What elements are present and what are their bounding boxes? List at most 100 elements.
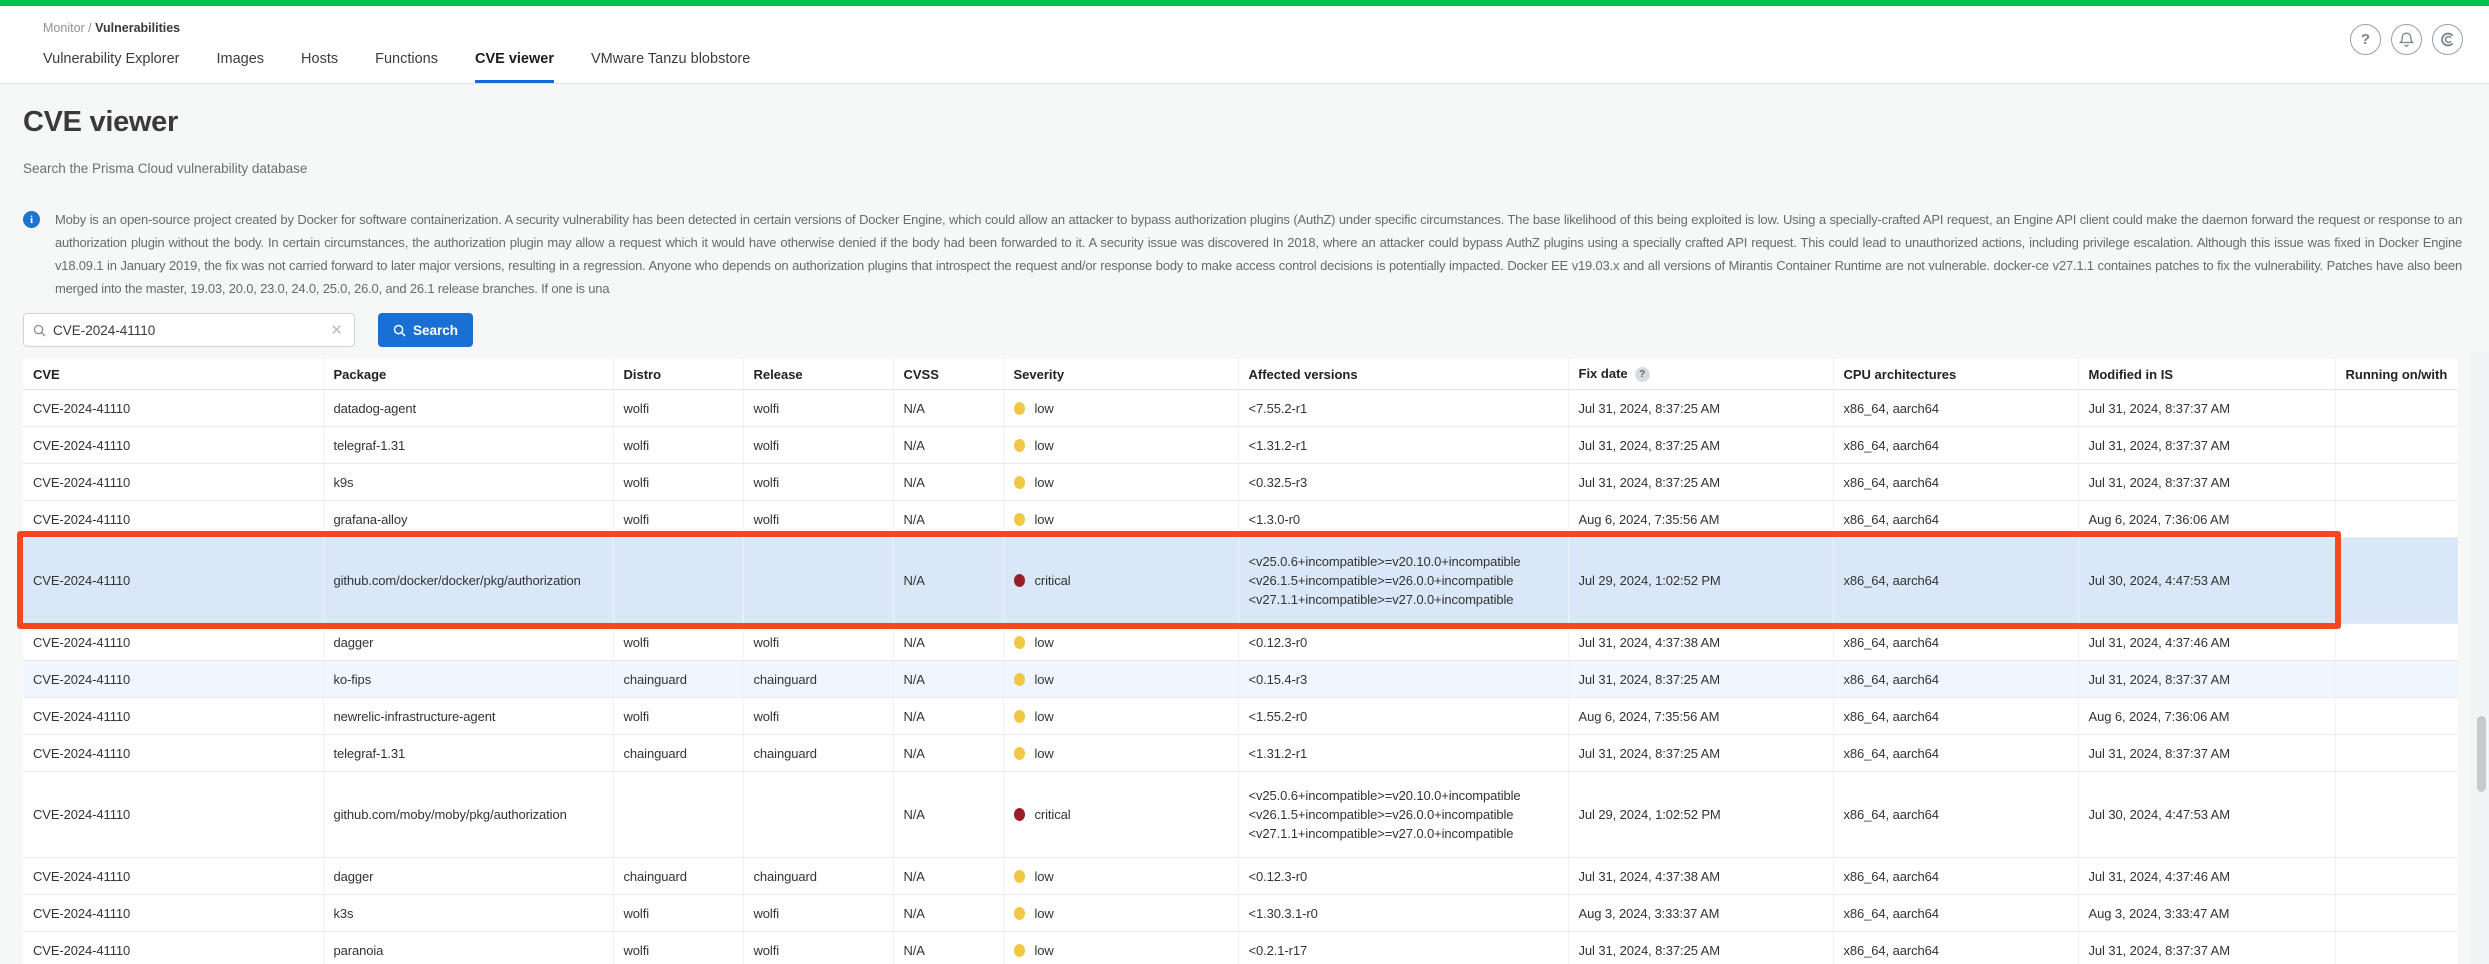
column-header-modified-in-is[interactable]: Modified in IS bbox=[2078, 359, 2335, 390]
table-row[interactable]: CVE-2024-41110k3swolfiwolfiN/Alow<1.30.3… bbox=[23, 895, 2458, 932]
notifications-bell-icon[interactable] bbox=[2391, 24, 2422, 55]
affected-version-line: <v27.1.1+incompatible>=v27.0.0+incompati… bbox=[1249, 590, 1558, 609]
column-header-cpu-architectures[interactable]: CPU architectures bbox=[1833, 359, 2078, 390]
cell-affected-versions: <1.3.0-r0 bbox=[1238, 501, 1568, 538]
cell-cve: CVE-2024-41110 bbox=[23, 427, 323, 464]
cell-running-on-with bbox=[2335, 427, 2458, 464]
table-row[interactable]: CVE-2024-41110ko-fipschainguardchainguar… bbox=[23, 661, 2458, 698]
severity-label: low bbox=[1035, 635, 1054, 650]
column-header-distro[interactable]: Distro bbox=[613, 359, 743, 390]
table-row[interactable]: CVE-2024-41110grafana-alloywolfiwolfiN/A… bbox=[23, 501, 2458, 538]
tab-vulnerability-explorer[interactable]: Vulnerability Explorer bbox=[43, 51, 179, 83]
cell-modified-in-is: Jul 31, 2024, 8:37:37 AM bbox=[2078, 735, 2335, 772]
column-header-running-on-with[interactable]: Running on/with bbox=[2335, 359, 2458, 390]
help-icon[interactable]: ? bbox=[2350, 24, 2381, 55]
cell-fix-date: Jul 29, 2024, 1:02:52 PM bbox=[1568, 772, 1833, 858]
cell-fix-date: Jul 31, 2024, 8:37:25 AM bbox=[1568, 735, 1833, 772]
affected-version-line: <v26.1.5+incompatible>=v26.0.0+incompati… bbox=[1249, 805, 1558, 824]
cell-modified-in-is: Aug 6, 2024, 7:36:06 AM bbox=[2078, 698, 2335, 735]
table-row[interactable]: CVE-2024-41110paranoiawolfiwolfiN/Alow<0… bbox=[23, 932, 2458, 964]
search-button[interactable]: Search bbox=[378, 313, 473, 347]
table-row[interactable]: CVE-2024-41110github.com/moby/moby/pkg/a… bbox=[23, 772, 2458, 858]
tab-hosts[interactable]: Hosts bbox=[301, 51, 338, 83]
column-header-release[interactable]: Release bbox=[743, 359, 893, 390]
cell-cve: CVE-2024-41110 bbox=[23, 772, 323, 858]
cell-fix-date: Aug 6, 2024, 7:35:56 AM bbox=[1568, 698, 1833, 735]
scrollbar-thumb[interactable] bbox=[2477, 716, 2486, 792]
table-row[interactable]: CVE-2024-41110datadog-agentwolfiwolfiN/A… bbox=[23, 390, 2458, 427]
tab-functions[interactable]: Functions bbox=[375, 51, 438, 83]
severity-critical-dot-icon bbox=[1014, 574, 1025, 587]
cell-severity: low bbox=[1003, 698, 1238, 735]
cell-distro: chainguard bbox=[613, 661, 743, 698]
cell-running-on-with bbox=[2335, 624, 2458, 661]
info-icon: i bbox=[23, 211, 40, 228]
cell-affected-versions: <7.55.2-r1 bbox=[1238, 390, 1568, 427]
breadcrumb-separator: / bbox=[88, 21, 91, 35]
column-header-severity[interactable]: Severity bbox=[1003, 359, 1238, 390]
severity-critical-dot-icon bbox=[1014, 808, 1025, 821]
cell-modified-in-is: Jul 30, 2024, 4:47:53 AM bbox=[2078, 538, 2335, 624]
affected-version-line: <0.12.3-r0 bbox=[1249, 633, 1558, 652]
cell-distro: chainguard bbox=[613, 858, 743, 895]
cell-distro: wolfi bbox=[613, 427, 743, 464]
cell-cve: CVE-2024-41110 bbox=[23, 661, 323, 698]
prisma-cloud-logo-icon[interactable] bbox=[2432, 24, 2463, 55]
severity-label: low bbox=[1035, 475, 1054, 490]
cell-affected-versions: <0.15.4-r3 bbox=[1238, 661, 1568, 698]
cell-distro bbox=[613, 538, 743, 624]
table-row[interactable]: CVE-2024-41110newrelic-infrastructure-ag… bbox=[23, 698, 2458, 735]
column-header-fix-date[interactable]: Fix date? bbox=[1568, 359, 1833, 390]
breadcrumb-vulnerabilities[interactable]: Vulnerabilities bbox=[95, 21, 180, 35]
table-row[interactable]: CVE-2024-41110daggerwolfiwolfiN/Alow<0.1… bbox=[23, 624, 2458, 661]
tab-vmware-tanzu-blobstore[interactable]: VMware Tanzu blobstore bbox=[591, 51, 750, 83]
column-header-affected-versions[interactable]: Affected versions bbox=[1238, 359, 1568, 390]
tab-images[interactable]: Images bbox=[216, 51, 264, 83]
table-row[interactable]: CVE-2024-41110telegraf-1.31chainguardcha… bbox=[23, 735, 2458, 772]
cell-distro: wolfi bbox=[613, 932, 743, 964]
page-subtitle: Search the Prisma Cloud vulnerability da… bbox=[23, 161, 2489, 176]
cell-package: k3s bbox=[323, 895, 613, 932]
search-row: ✕ Search bbox=[23, 313, 2489, 347]
page-title: CVE viewer bbox=[23, 106, 2489, 139]
cell-severity: critical bbox=[1003, 772, 1238, 858]
search-box[interactable]: ✕ bbox=[23, 313, 355, 347]
clear-search-icon[interactable]: ✕ bbox=[328, 321, 345, 339]
severity-label: low bbox=[1035, 906, 1054, 921]
severity-low-dot-icon bbox=[1014, 402, 1025, 415]
cell-running-on-with bbox=[2335, 501, 2458, 538]
cell-affected-versions: <1.31.2-r1 bbox=[1238, 735, 1568, 772]
cell-cve: CVE-2024-41110 bbox=[23, 464, 323, 501]
affected-version-line: <0.2.1-r17 bbox=[1249, 941, 1558, 960]
affected-version-line: <1.30.3.1-r0 bbox=[1249, 904, 1558, 923]
cell-modified-in-is: Jul 31, 2024, 8:37:37 AM bbox=[2078, 390, 2335, 427]
tab-cve-viewer[interactable]: CVE viewer bbox=[475, 51, 554, 83]
cell-affected-versions: <v25.0.6+incompatible>=v20.10.0+incompat… bbox=[1238, 538, 1568, 624]
affected-version-line: <v25.0.6+incompatible>=v20.10.0+incompat… bbox=[1249, 786, 1558, 805]
table-row[interactable]: CVE-2024-41110telegraf-1.31wolfiwolfiN/A… bbox=[23, 427, 2458, 464]
cell-distro: wolfi bbox=[613, 464, 743, 501]
results-table-wrap: CVEPackageDistroReleaseCVSSSeverityAffec… bbox=[23, 359, 2458, 964]
cell-release: wolfi bbox=[743, 895, 893, 932]
fix-date-help-icon[interactable]: ? bbox=[1635, 367, 1650, 382]
severity-label: low bbox=[1035, 709, 1054, 724]
cell-cpu-architectures: x86_64, aarch64 bbox=[1833, 501, 2078, 538]
search-button-label: Search bbox=[413, 323, 458, 338]
cell-release bbox=[743, 772, 893, 858]
column-header-cvss[interactable]: CVSS bbox=[893, 359, 1003, 390]
cell-distro: wolfi bbox=[613, 390, 743, 427]
cell-modified-in-is: Jul 31, 2024, 8:37:37 AM bbox=[2078, 661, 2335, 698]
column-header-package[interactable]: Package bbox=[323, 359, 613, 390]
cell-distro: wolfi bbox=[613, 895, 743, 932]
cell-release: wolfi bbox=[743, 501, 893, 538]
cell-distro: wolfi bbox=[613, 624, 743, 661]
cell-cpu-architectures: x86_64, aarch64 bbox=[1833, 427, 2078, 464]
cell-running-on-with bbox=[2335, 698, 2458, 735]
severity-label: critical bbox=[1035, 573, 1071, 588]
breadcrumb-monitor[interactable]: Monitor bbox=[43, 21, 85, 35]
search-input[interactable] bbox=[53, 323, 328, 338]
table-row[interactable]: CVE-2024-41110daggerchainguardchainguard… bbox=[23, 858, 2458, 895]
column-header-cve[interactable]: CVE bbox=[23, 359, 323, 390]
table-row[interactable]: CVE-2024-41110github.com/docker/docker/p… bbox=[23, 538, 2458, 624]
table-row[interactable]: CVE-2024-41110k9swolfiwolfiN/Alow<0.32.5… bbox=[23, 464, 2458, 501]
